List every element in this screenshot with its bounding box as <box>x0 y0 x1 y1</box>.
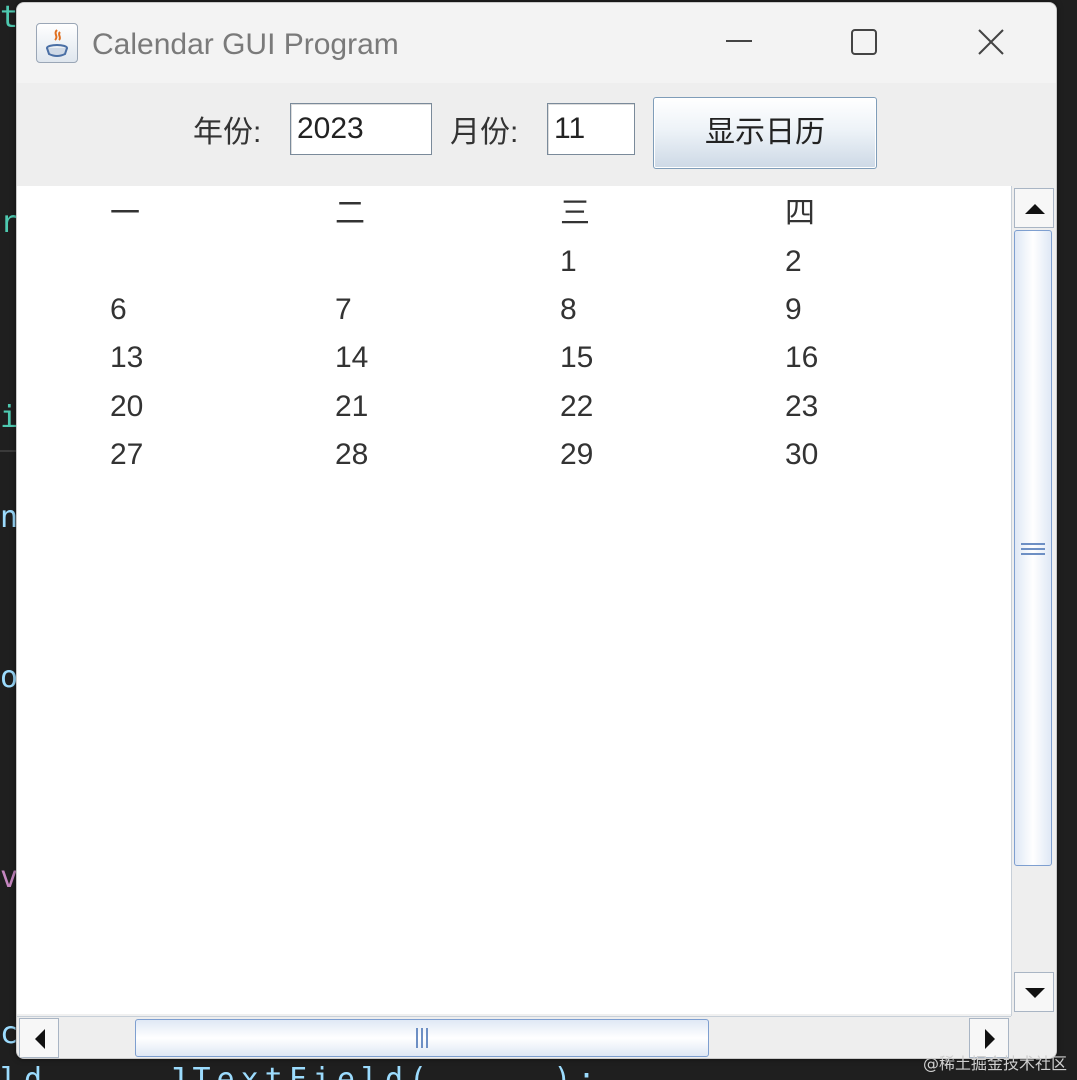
day-cell: 8 <box>560 293 577 326</box>
day-cell: 6 <box>110 293 127 326</box>
day-cell: 23 <box>785 390 819 423</box>
weekday-header: 四 <box>785 197 815 230</box>
day-cell: 1 <box>560 245 577 278</box>
close-icon <box>978 29 1004 55</box>
vertical-scrollbar[interactable] <box>1011 186 1056 1016</box>
vertical-scroll-thumb[interactable] <box>1014 230 1052 866</box>
calendar-panel: 一 二 三 四 1 2 6 7 8 9 13 14 15 16 20 21 22… <box>17 186 1011 1014</box>
watermark: @稀土掘金技术社区 <box>922 1054 1067 1073</box>
weekday-header: 二 <box>335 197 365 230</box>
close-button[interactable] <box>946 3 1036 83</box>
weekday-header: 三 <box>560 197 590 230</box>
day-cell: 30 <box>785 438 819 471</box>
window-title: Calendar GUI Program <box>92 28 399 61</box>
bg-code-fragment: ld ... JTextField( ... ); <box>0 1062 602 1080</box>
month-label: 月份: <box>450 116 519 149</box>
day-cell: 29 <box>560 438 594 471</box>
day-cell: 7 <box>335 293 352 326</box>
show-calendar-button[interactable]: 显示日历 <box>653 97 877 169</box>
java-app-icon <box>36 23 78 63</box>
day-cell: 14 <box>335 341 369 374</box>
day-cell: 16 <box>785 341 819 374</box>
minimize-icon <box>726 40 752 42</box>
horizontal-scroll-thumb[interactable] <box>135 1019 709 1057</box>
arrow-down-icon <box>1025 988 1045 998</box>
day-cell: 15 <box>560 341 594 374</box>
scroll-up-button[interactable] <box>1014 188 1054 228</box>
day-cell: 13 <box>110 341 144 374</box>
arrow-left-icon <box>35 1029 45 1049</box>
year-input[interactable]: 2023 <box>290 103 432 155</box>
horizontal-scrollbar[interactable] <box>17 1016 1011 1058</box>
month-input[interactable]: 11 <box>547 103 635 155</box>
grip-icon <box>1021 543 1045 555</box>
grip-icon <box>416 1028 428 1048</box>
maximize-button[interactable] <box>819 3 909 83</box>
title-bar[interactable]: Calendar GUI Program <box>17 3 1056 83</box>
scroll-left-button[interactable] <box>19 1018 59 1058</box>
scroll-down-button[interactable] <box>1014 972 1054 1012</box>
day-cell: 2 <box>785 245 802 278</box>
maximize-icon <box>851 29 877 55</box>
toolbar <box>17 83 1056 188</box>
year-label: 年份: <box>193 116 262 149</box>
arrow-up-icon <box>1025 204 1045 214</box>
minimize-button[interactable] <box>694 3 784 83</box>
day-cell: 20 <box>110 390 144 423</box>
weekday-header: 一 <box>110 197 140 230</box>
day-cell: 21 <box>335 390 369 423</box>
day-cell: 22 <box>560 390 594 423</box>
day-cell: 9 <box>785 293 802 326</box>
day-cell: 27 <box>110 438 144 471</box>
calendar-window: Calendar GUI Program 年份: 2023 月份: 11 显示日… <box>16 2 1057 1059</box>
day-cell: 28 <box>335 438 369 471</box>
